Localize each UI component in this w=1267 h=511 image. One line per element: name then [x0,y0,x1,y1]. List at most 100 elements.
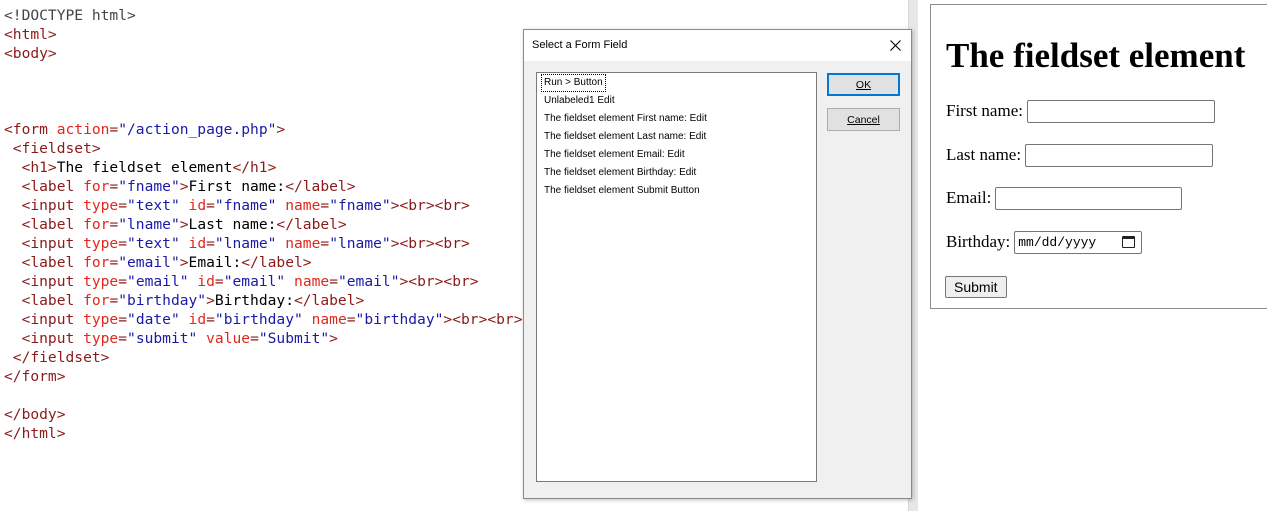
cancel-button[interactable]: Cancel [827,108,900,131]
code-token: </label> [241,254,312,271]
code-token: > [179,216,189,233]
birthday-label: Birthday: [946,232,1011,251]
list-item[interactable]: Run > Button [541,74,606,92]
close-button[interactable] [881,32,909,58]
code-token: = [109,254,119,271]
code-token: <html> [4,26,57,43]
first-name-row: First name: [946,99,1215,123]
code-token: "text" [127,197,180,214]
code-token: </label> [285,178,356,195]
code-token: > [329,330,338,347]
list-item[interactable]: The fieldset element Email: Edit [542,147,687,163]
code-token: type [83,235,119,252]
code-token: = [329,273,338,290]
list-item[interactable]: The fieldset element Last name: Edit [542,129,708,145]
code-token: "email" [127,273,189,290]
code-token: = [118,235,128,252]
code-token: "fname" [118,178,180,195]
code-token: "date" [127,311,180,328]
code-line: <label for="fname">First name:</label> [4,177,356,196]
code-token: <label [4,178,84,195]
submit-button[interactable]: Submit [945,276,1007,298]
calendar-icon[interactable] [1122,236,1136,248]
code-token: "fname" [329,197,391,214]
email-row: Email: [946,186,1183,210]
code-token: "email" [118,254,180,271]
code-token: </h1> [232,159,277,176]
code-token: ><br><br> [443,311,523,328]
code-token: = [118,197,128,214]
birthday-date-input[interactable]: mm/dd/yyyy [1014,230,1143,254]
select-form-field-dialog: Select a Form Field Run > Button Unlabel… [523,29,912,499]
code-token: action [56,121,110,138]
code-token: = [109,178,119,195]
code-token: = [118,273,128,290]
list-item[interactable]: The fieldset element First name: Edit [542,111,709,127]
code-line: <input type="text" id="fname" name="fnam… [4,196,470,215]
code-token: </label> [293,292,365,309]
code-line: <input type="text" id="lname" name="lnam… [4,234,470,253]
code-line: <label for="birthday">Birthday:</label> [4,291,365,310]
code-token: </label> [276,216,347,233]
code-token: Last name: [188,216,277,233]
code-token: <label [4,292,84,309]
code-token: name [311,311,347,328]
email-input[interactable] [995,186,1183,210]
code-token: "fname" [214,197,277,214]
code-token: for [83,178,110,195]
code-token: = [109,216,119,233]
code-token: = [109,121,119,138]
list-item[interactable]: Unlabeled1 Edit [542,93,617,109]
first-name-label: First name: [946,101,1023,120]
birthday-row: Birthday: mm/dd/yyyy [946,230,1143,254]
code-token: </body> [4,406,66,423]
code-token: <input [4,197,84,214]
code-token: = [346,311,356,328]
code-token: <form [4,121,57,138]
code-token: id [188,197,207,214]
date-placeholder: mm/dd/yyyy [1018,234,1097,250]
code-token: <input [4,311,84,328]
code-token: <input [4,235,84,252]
first-name-input[interactable] [1026,99,1215,123]
list-item[interactable]: The fieldset element Submit Button [542,183,702,199]
code-token: = [206,311,215,328]
code-token: id [188,311,207,328]
code-token: id [197,273,215,290]
dialog-titlebar[interactable]: Select a Form Field [524,30,911,61]
preview-pane: The fieldset element First name: Last na… [930,4,1267,309]
code-token: "lname" [329,235,391,252]
code-line: <input type="submit" value="Submit"> [4,329,338,348]
code-token: ><br><br> [390,197,470,214]
code-token: "text" [127,235,180,252]
ok-button-label: OK [855,78,872,91]
last-name-label: Last name: [946,145,1022,164]
code-line: </fieldset> [4,348,110,367]
code-token: for [83,254,110,271]
code-line: <label for="email">Email:</label> [4,253,312,272]
code-token: type [83,273,119,290]
code-token: "birthday" [118,292,207,309]
code-line: <body> [4,44,57,63]
code-token: <label [4,254,84,271]
ok-button[interactable]: OK [827,73,900,96]
code-token: > [179,178,189,195]
code-token: for [83,292,110,309]
code-token: "lname" [214,235,277,252]
code-token: type [83,197,119,214]
code-token: > [206,292,215,309]
code-token: "birthday" [355,311,444,328]
code-token: "email" [337,273,400,290]
code-line: <label for="lname">Last name:</label> [4,215,347,234]
code-token: = [109,292,119,309]
last-name-input[interactable] [1025,143,1214,167]
code-token: ><br><br> [390,235,470,252]
code-token: = [214,273,224,290]
form-field-list[interactable]: Run > Button Unlabeled1 Edit The fieldse… [536,72,817,482]
code-token: "/action_page.php" [118,121,277,138]
code-line: <h1>The fieldset element</h1> [4,158,277,177]
list-item[interactable]: The fieldset element Birthday: Edit [542,165,698,181]
